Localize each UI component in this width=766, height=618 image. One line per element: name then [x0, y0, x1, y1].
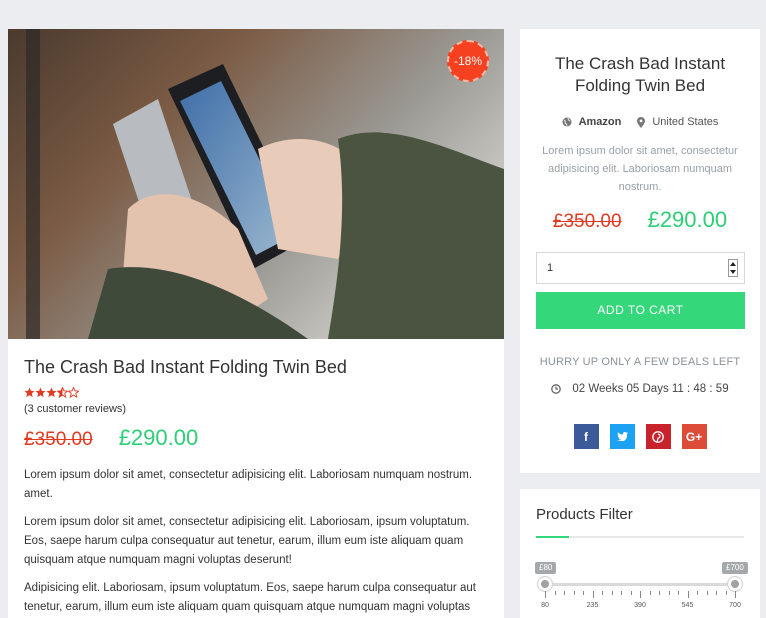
- location-info[interactable]: United States: [637, 116, 718, 128]
- tick-mark: [649, 591, 651, 595]
- product-title: The Crash Bad Instant Folding Twin Bed: [24, 357, 347, 377]
- tick-mark: [583, 591, 584, 595]
- tick-mark: [687, 591, 689, 598]
- tick-mark: [554, 591, 556, 595]
- summary-title[interactable]: The Crash Bad Instant Folding Twin Bed: [520, 53, 760, 97]
- tick-mark: [725, 591, 727, 595]
- quantity-input[interactable]: 1: [536, 252, 745, 284]
- tick-mark: [640, 591, 641, 598]
- google-plus-icon[interactable]: G+: [681, 424, 707, 449]
- customer-reviews-link[interactable]: (3 customer reviews): [24, 403, 484, 415]
- star-icon: [35, 387, 46, 398]
- store-name: Amazon: [578, 116, 622, 128]
- star-icon: [24, 387, 35, 398]
- product-image[interactable]: -18%: [8, 29, 504, 339]
- tick-label: 700: [729, 602, 741, 609]
- decrement-arrow-icon[interactable]: [730, 270, 736, 274]
- star-half-icon: [57, 387, 68, 398]
- price-row: £350.00 £290.00: [24, 425, 484, 451]
- tick-mark: [592, 591, 594, 598]
- product-photo-illustration: [8, 29, 504, 339]
- deal-notice: HURRY UP ONLY A FEW DEALS LEFT: [539, 356, 741, 368]
- tick-label: 80: [541, 602, 549, 609]
- location-name: United States: [652, 116, 719, 128]
- product-summary-card: The Crash Bad Instant Folding Twin Bed A…: [520, 29, 760, 473]
- map-marker-icon: [637, 116, 646, 128]
- tick-mark: [659, 591, 660, 595]
- clock-icon: [551, 384, 562, 394]
- rating-stars: [24, 387, 484, 401]
- tick-label: 235: [586, 602, 599, 609]
- max-price-handle[interactable]: [727, 576, 743, 592]
- max-price-tag: £700: [722, 562, 748, 574]
- new-price: £290.00: [118, 425, 199, 450]
- summary-description: Lorem ipsum dolor sit amet, consectetur …: [542, 145, 738, 193]
- star-icon: [46, 387, 57, 398]
- product-details: The Crash Bad Instant Folding Twin Bed (…: [24, 356, 484, 618]
- tick-mark: [621, 591, 622, 595]
- tick-mark: [706, 591, 708, 595]
- summary-old-price: £350.00: [552, 211, 622, 232]
- tick-mark: [564, 591, 565, 595]
- countdown-text: 02 Weeks 05 Days 11 : 48 : 59: [572, 383, 729, 395]
- price-range-track[interactable]: [545, 583, 735, 586]
- facebook-icon[interactable]: f: [573, 424, 599, 449]
- tick-label: 545: [681, 602, 694, 609]
- tick-mark: [678, 591, 679, 595]
- quantity-stepper[interactable]: [728, 259, 738, 277]
- old-price: £350.00: [24, 429, 93, 450]
- discount-badge: -18%: [447, 40, 489, 82]
- tick-mark: [668, 591, 670, 595]
- countdown-timer: 02 Weeks 05 Days 11 : 48 : 59: [520, 383, 760, 395]
- social-share: f G+: [520, 424, 760, 449]
- tick-mark: [573, 591, 575, 595]
- star-empty-icon: [68, 387, 79, 398]
- quantity-value: 1: [547, 262, 554, 274]
- tick-mark: [735, 591, 736, 598]
- product-description: Adipisicing elit. Laboriosam, ipsum volu…: [24, 582, 476, 613]
- filter-divider: [536, 536, 744, 538]
- tick-label: 390: [634, 602, 646, 609]
- product-description: Lorem ipsum dolor sit amet, consectetur …: [24, 516, 470, 566]
- tick-mark: [611, 591, 613, 595]
- globe-icon: [562, 117, 572, 127]
- tick-mark: [716, 591, 717, 595]
- products-filter-card: Products Filter £80 £700 80 235 390 545 …: [520, 489, 760, 618]
- filter-title: Products Filter: [536, 506, 633, 523]
- product-meta: Amazon United States: [520, 116, 760, 128]
- range-ticks: [545, 591, 736, 599]
- min-price-handle[interactable]: [537, 576, 553, 592]
- tick-mark: [630, 591, 632, 595]
- product-description: Lorem ipsum dolor sit amet, consectetur …: [24, 469, 473, 500]
- tick-mark: [545, 591, 546, 598]
- min-price-tag: £80: [535, 562, 557, 574]
- increment-arrow-icon[interactable]: [730, 262, 736, 266]
- summary-price-row: £350.00 £290.00: [520, 207, 760, 233]
- twitter-icon[interactable]: [609, 424, 635, 449]
- product-card: -18% The Crash Bad Instant Folding Twin …: [8, 29, 504, 618]
- store-info[interactable]: Amazon: [562, 116, 622, 128]
- pinterest-icon[interactable]: [645, 424, 671, 449]
- tick-mark: [602, 591, 603, 595]
- add-to-cart-button[interactable]: ADD TO CART: [536, 292, 745, 329]
- tick-mark: [697, 591, 698, 595]
- summary-new-price: £290.00: [647, 207, 728, 232]
